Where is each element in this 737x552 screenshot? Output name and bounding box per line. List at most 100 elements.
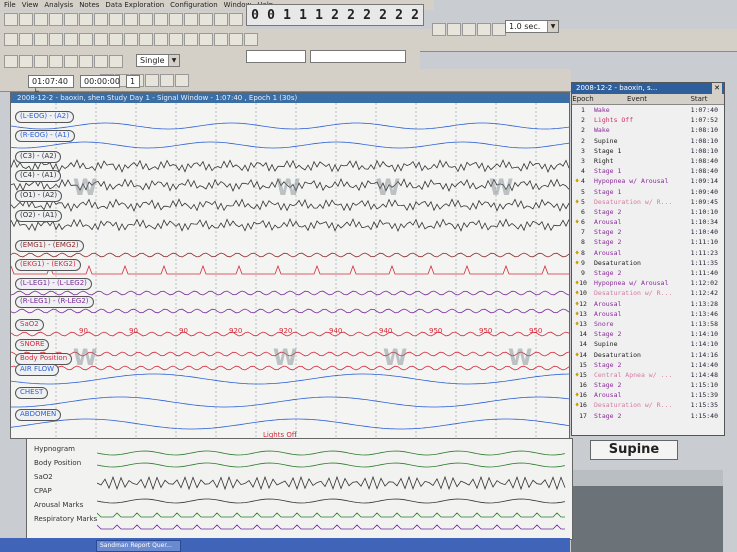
event-row[interactable]: ♦ 10 Hypopnea w/ Arousal 1:12:02 — [572, 278, 724, 288]
next-icon[interactable] — [492, 23, 506, 36]
menu-item[interactable]: File — [4, 0, 16, 10]
toolbar-button[interactable] — [214, 13, 228, 26]
event-row[interactable]: 14 Supine 1:14:10 — [572, 339, 724, 349]
play-back-icon[interactable] — [432, 23, 446, 36]
play-icon[interactable] — [477, 23, 491, 36]
channel-label[interactable]: (C4) - (A1) — [15, 170, 62, 182]
channel-label[interactable]: (O1) - (A2) — [15, 190, 63, 202]
toolbar-button[interactable] — [94, 33, 108, 46]
channel-label[interactable]: (L-LEG1) - (L-LEG2) — [15, 278, 92, 290]
toolbar-button[interactable] — [79, 13, 93, 26]
toolbar-button[interactable] — [109, 33, 123, 46]
channel-label[interactable]: CHEST — [15, 387, 49, 399]
event-row[interactable]: ♦ 12 Arousal 1:13:28 — [572, 299, 724, 309]
toolbar-button[interactable] — [175, 74, 189, 87]
channel-label[interactable]: AIR FLOW — [15, 364, 60, 376]
event-row[interactable]: 6 Stage 2 1:10:10 — [572, 207, 724, 217]
toolbar-button[interactable] — [124, 13, 138, 26]
hypnogram-panel[interactable]: Hypnogram Body Position SaO2 CPAP Arousal Ma… — [26, 438, 573, 540]
event-row[interactable]: 15 Stage 2 1:14:40 — [572, 360, 724, 370]
event-row[interactable]: 2 Supine 1:08:10 — [572, 136, 724, 146]
col-start[interactable]: Start — [680, 94, 718, 104]
toolbar-button[interactable] — [229, 33, 243, 46]
toolbar-button[interactable] — [19, 55, 33, 68]
event-row[interactable]: 9 Stage 2 1:11:40 — [572, 268, 724, 278]
toolbar-button[interactable] — [229, 13, 243, 26]
channel-label[interactable]: (R-EOG) - (A1) — [15, 130, 75, 142]
toolbar-button[interactable] — [109, 55, 123, 68]
toolbar-button[interactable] — [109, 13, 123, 26]
toolbar-button[interactable] — [34, 55, 48, 68]
blank-field-1[interactable] — [246, 50, 306, 63]
toolbar-button[interactable] — [64, 55, 78, 68]
toolbar-button[interactable] — [79, 33, 93, 46]
col-epoch[interactable]: Epoch — [572, 94, 594, 104]
toolbar-button[interactable] — [199, 33, 213, 46]
event-row[interactable]: ♦ 4 Hypopnea w/ Arousal 1:09:14 — [572, 176, 724, 186]
prev-icon[interactable] — [447, 23, 461, 36]
toolbar-button[interactable] — [214, 33, 228, 46]
toolbar-button[interactable] — [169, 33, 183, 46]
channel-label[interactable]: (C3) - (A2) — [15, 151, 62, 163]
event-row[interactable]: 8 Stage 2 1:11:10 — [572, 237, 724, 247]
event-row[interactable]: ♦ 9 Desaturation 1:11:35 — [572, 258, 724, 268]
channel-label[interactable]: (EMG1) - (EMG2) — [15, 240, 84, 252]
event-row[interactable]: ♦ 10 Desaturation w/ R... 1:12:42 — [572, 288, 724, 298]
menu-item[interactable]: Configuration — [170, 0, 217, 10]
event-row[interactable]: 17 Stage 2 1:15:40 — [572, 411, 724, 421]
toolbar-button[interactable] — [49, 55, 63, 68]
toolbar-button[interactable] — [184, 13, 198, 26]
toolbar-button[interactable] — [184, 33, 198, 46]
speed-field[interactable]: 1 — [126, 75, 140, 88]
toolbar-button[interactable] — [154, 33, 168, 46]
toolbar-button[interactable] — [34, 33, 48, 46]
toolbar-button[interactable] — [94, 55, 108, 68]
toolbar-button[interactable] — [49, 13, 63, 26]
toolbar-button[interactable] — [244, 33, 258, 46]
taskbar-item[interactable]: Sandman Report Quer... — [96, 540, 181, 552]
toolbar-button[interactable] — [4, 33, 18, 46]
video-panel[interactable] — [571, 470, 723, 552]
event-row[interactable]: ♦ 14 Desaturation 1:14:16 — [572, 350, 724, 360]
toolbar-button[interactable] — [169, 13, 183, 26]
col-event[interactable]: Event — [594, 94, 680, 104]
blank-field-2[interactable] — [310, 50, 406, 63]
channel-label[interactable]: SNORE — [15, 339, 50, 351]
event-row[interactable]: 3 Right 1:08:40 — [572, 156, 724, 166]
toolbar-button[interactable] — [49, 33, 63, 46]
channel-label[interactable]: (O2) - (A1) — [15, 210, 63, 222]
event-row[interactable]: 1 Wake 1:07:40 — [572, 105, 724, 115]
toolbar-button[interactable] — [199, 13, 213, 26]
channel-label[interactable]: (L-EOG) - (A2) — [15, 111, 74, 123]
channel-label[interactable]: (R-LEG1) - (R-LEG2) — [15, 296, 94, 308]
channel-label[interactable]: ABDOMEN — [15, 409, 62, 421]
event-list-window[interactable]: 2008-12-2 - baoxin, s... ✕ Epoch Event S… — [571, 82, 725, 436]
event-row[interactable]: ♦ 8 Arousal 1:11:23 — [572, 248, 724, 258]
event-row[interactable]: ♦ 5 Desaturation w/ R... 1:09:45 — [572, 197, 724, 207]
toolbar-button[interactable] — [64, 13, 78, 26]
event-row[interactable]: ♦ 15 Central Apnea w/ ... 1:14:48 — [572, 370, 724, 380]
epoch-length-select[interactable]: 1.0 sec. ▼ — [505, 20, 559, 33]
signal-window[interactable]: 2008-12-2 - baoxin, shen Study Day 1 - S… — [10, 92, 570, 439]
menu-item[interactable]: Data Exploration — [105, 0, 164, 10]
toolbar-button[interactable] — [19, 13, 33, 26]
event-row[interactable]: 16 Stage 2 1:15:10 — [572, 380, 724, 390]
toolbar-button[interactable] — [139, 13, 153, 26]
toolbar-button[interactable] — [154, 13, 168, 26]
event-row[interactable]: 4 Stage 1 1:08:40 — [572, 166, 724, 176]
toolbar-button[interactable] — [34, 13, 48, 26]
menu-item[interactable]: Notes — [79, 0, 99, 10]
event-row[interactable]: 2 Wake 1:08:10 — [572, 125, 724, 135]
menu-item[interactable]: Analysis — [44, 0, 73, 10]
event-row[interactable]: ♦ 16 Arousal 1:15:39 — [572, 390, 724, 400]
toolbar-button[interactable] — [79, 55, 93, 68]
event-row[interactable]: 2 Lights Off 1:07:52 — [572, 115, 724, 125]
event-row[interactable]: 7 Stage 2 1:10:40 — [572, 227, 724, 237]
menu-item[interactable]: View — [22, 0, 39, 10]
event-row[interactable]: ♦ 16 Desaturation w/ R... 1:15:35 — [572, 400, 724, 410]
event-row[interactable]: ♦ 13 Snore 1:13:58 — [572, 319, 724, 329]
event-row[interactable]: 5 Stage 1 1:09:40 — [572, 187, 724, 197]
event-row[interactable]: 14 Stage 2 1:14:10 — [572, 329, 724, 339]
toolbar-button[interactable] — [160, 74, 174, 87]
event-row[interactable]: ♦ 6 Arousal 1:10:34 — [572, 217, 724, 227]
